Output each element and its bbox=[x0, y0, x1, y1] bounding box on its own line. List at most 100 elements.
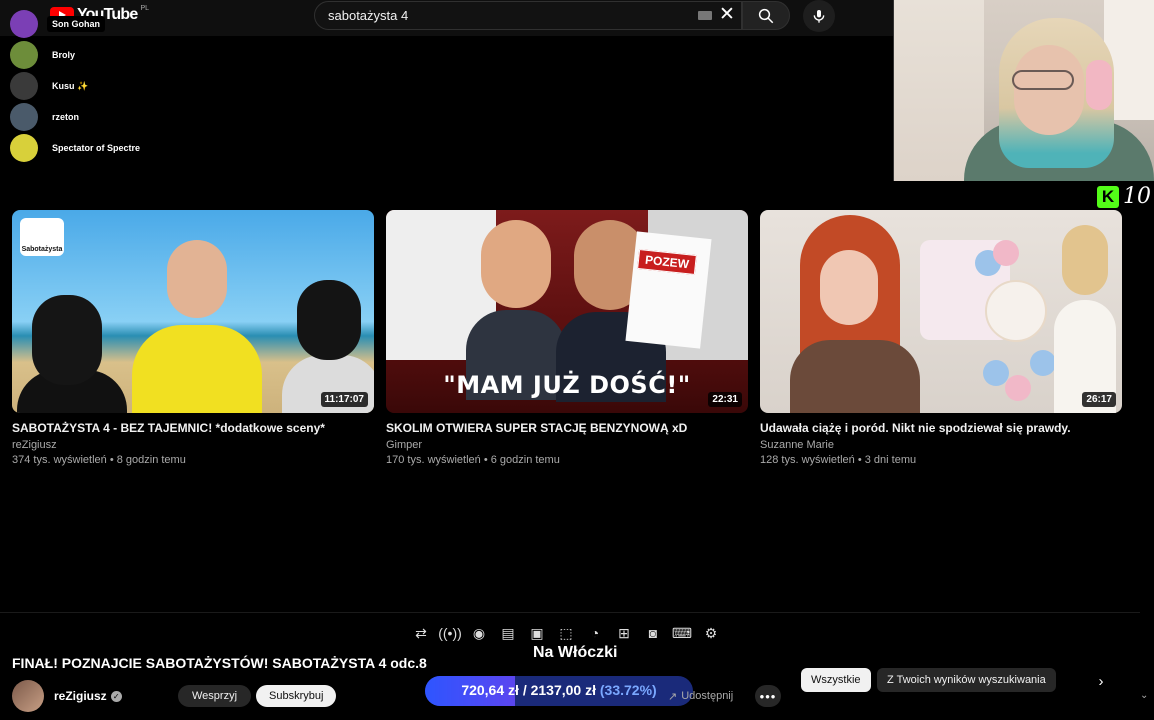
goal-separator: / bbox=[522, 682, 527, 698]
share-button[interactable]: ↗ Udostępnij bbox=[658, 685, 743, 707]
thumbnail-person bbox=[466, 220, 566, 400]
microphone-icon bbox=[813, 10, 825, 23]
chat-username: rzeton bbox=[47, 109, 84, 125]
search-icon bbox=[758, 8, 774, 23]
search-query: sabotażysta 4 bbox=[328, 8, 409, 23]
speed-icon[interactable]: ◔ bbox=[584, 622, 606, 644]
channel-name[interactable]: reZigiusz bbox=[54, 689, 107, 703]
streamer-glasses bbox=[1012, 70, 1074, 90]
video-thumbnail[interactable]: POZEW "MAM JUŻ DOŚĆ!" 22:31 bbox=[386, 210, 748, 413]
video-card[interactable]: POZEW "MAM JUŻ DOŚĆ!" 22:31 SKOLIM OTWIE… bbox=[386, 210, 748, 466]
channel-info[interactable]: reZigiusz ✓ bbox=[12, 680, 122, 712]
thumbnail-person bbox=[132, 230, 262, 413]
thumbnail-person bbox=[790, 210, 920, 413]
kick-viewer-badge: K 10 bbox=[1097, 184, 1151, 209]
youtube-top-bar: YouTube PL sabotażysta 4 ✕ bbox=[0, 0, 893, 36]
video-duration: 11:17:07 bbox=[320, 392, 368, 407]
pip-icon[interactable]: ▣ bbox=[526, 622, 548, 644]
video-views: 128 tys. wyświetleń bbox=[760, 454, 855, 466]
now-playing-title: FINAŁ! POZNAJCIE SABOTAŻYSTÓW! SABOTAŻYS… bbox=[12, 655, 427, 671]
viewer-count: 10 bbox=[1123, 184, 1151, 209]
keyboard-icon[interactable]: ⌨ bbox=[671, 622, 693, 644]
video-age: 6 godzin temu bbox=[490, 454, 560, 466]
avatar bbox=[10, 103, 38, 131]
settings-icon[interactable]: ⚙ bbox=[700, 622, 722, 644]
video-channel[interactable]: Gimper bbox=[386, 439, 748, 451]
thumbnail-headline: "MAM JUŻ DOŚĆ!" bbox=[443, 371, 691, 399]
chat-username: Spectator of Spectre bbox=[47, 140, 146, 156]
search-button[interactable] bbox=[742, 1, 790, 30]
chevron-right-icon[interactable]: › bbox=[1090, 670, 1112, 692]
chip-all[interactable]: Wszystkie bbox=[801, 668, 871, 692]
avatar bbox=[10, 10, 38, 38]
chevron-down-icon[interactable]: ⌄ bbox=[1140, 690, 1148, 701]
clapperboard-icon[interactable]: ▤ bbox=[497, 622, 519, 644]
clear-search-icon[interactable]: ✕ bbox=[719, 5, 735, 25]
thumbnail-brand-logo: Sabotażysta bbox=[20, 218, 64, 256]
share-label: Udostępnij bbox=[681, 690, 734, 702]
video-thumbnail[interactable]: 26:17 bbox=[760, 210, 1122, 413]
video-views: 374 tys. wyświetleń bbox=[12, 454, 107, 466]
chat-user: Spectator of Spectre bbox=[10, 134, 146, 162]
thumbnail-person bbox=[1050, 225, 1120, 413]
video-channel[interactable]: Suzanne Marie bbox=[760, 439, 1122, 451]
youtube-region-code: PL bbox=[140, 4, 150, 12]
thumbnail-sign bbox=[985, 280, 1047, 342]
search-input[interactable]: sabotażysta 4 ✕ bbox=[314, 1, 742, 30]
video-meta: 374 tys. wyświetleń • 8 godzin temu bbox=[12, 454, 186, 466]
streamer-face bbox=[1014, 45, 1084, 135]
chat-username: Son Gohan bbox=[47, 16, 105, 32]
goal-current: 720,64 zł bbox=[461, 682, 519, 698]
stream-overlay-label: Na Włóczki bbox=[533, 644, 618, 661]
player-controls: ⇄ ((•)) ◉ ▤ ▣ ⬚ ◔ ⊞ ◙ ⌨ ⚙ bbox=[410, 621, 722, 645]
eye-icon[interactable]: ◉ bbox=[468, 622, 490, 644]
streamer-webcam bbox=[893, 0, 1154, 181]
screenshot-icon[interactable]: ◙ bbox=[642, 622, 664, 644]
avatar bbox=[10, 72, 38, 100]
donation-goal-text: 720,64 zł / 2137,00 zł (33.72%) bbox=[425, 682, 693, 698]
loop-icon[interactable]: ⇄ bbox=[410, 622, 432, 644]
video-duration: 26:17 bbox=[1082, 392, 1116, 407]
add-icon[interactable]: ⊞ bbox=[613, 622, 635, 644]
chat-username: Broly bbox=[47, 47, 81, 63]
video-title[interactable]: SABOTAŻYSTA 4 - BEZ TAJEMNIC! *dodatkowe… bbox=[12, 421, 374, 435]
avatar bbox=[10, 134, 38, 162]
video-age: 8 godzin temu bbox=[116, 454, 186, 466]
chat-user: Kusu ✨ bbox=[10, 72, 94, 100]
more-actions-button[interactable]: ••• bbox=[755, 685, 781, 707]
subscribe-button[interactable]: Subskrybuj bbox=[256, 685, 337, 707]
share-icon: ↗ bbox=[668, 690, 678, 703]
video-duration: 22:31 bbox=[708, 392, 742, 407]
avatar[interactable] bbox=[12, 680, 44, 712]
chip-from-search[interactable]: Z Twoich wyników wyszukiwania bbox=[877, 668, 1056, 692]
miniplayer-icon[interactable]: ⬚ bbox=[555, 622, 577, 644]
chat-user: Son Gohan bbox=[10, 10, 105, 38]
thumbnail-mask bbox=[32, 295, 102, 385]
verified-icon: ✓ bbox=[110, 690, 122, 702]
video-age: 3 dni temu bbox=[864, 454, 917, 466]
support-button[interactable]: Wesprzyj bbox=[178, 685, 252, 707]
video-thumbnail[interactable]: Sabotażysta 11:17:07 bbox=[12, 210, 374, 413]
video-views: 170 tys. wyświetleń bbox=[386, 454, 481, 466]
video-meta: 128 tys. wyświetleń • 3 dni temu bbox=[760, 454, 917, 466]
thumbnail-mask bbox=[297, 280, 361, 360]
video-channel[interactable]: reZigiusz bbox=[12, 439, 374, 451]
video-title[interactable]: Udawała ciążę i poród. Nikt nie spodziew… bbox=[760, 421, 1122, 435]
voice-search-button[interactable] bbox=[803, 0, 835, 32]
chat-user: Broly bbox=[10, 41, 81, 69]
kick-logo-icon: K bbox=[1097, 185, 1119, 208]
avatar bbox=[10, 41, 38, 69]
donation-goal-bar: 720,64 zł / 2137,00 zł (33.72%) bbox=[425, 676, 693, 706]
headset bbox=[1086, 60, 1112, 110]
video-meta: 170 tys. wyświetleń • 6 godzin temu bbox=[386, 454, 560, 466]
goal-target: 2137,00 zł bbox=[530, 682, 596, 698]
video-card[interactable]: Sabotażysta 11:17:07 SABOTAŻYSTA 4 - BEZ… bbox=[12, 210, 374, 466]
chat-user: rzeton bbox=[10, 103, 84, 131]
broadcast-icon[interactable]: ((•)) bbox=[438, 622, 462, 644]
video-title[interactable]: SKOLIM OTWIERA SUPER STACJĘ BENZYNOWĄ xD bbox=[386, 421, 748, 435]
chat-username: Kusu ✨ bbox=[47, 77, 94, 95]
divider bbox=[0, 612, 1140, 613]
keyboard-icon[interactable] bbox=[698, 11, 712, 20]
goal-percent: (33.72%) bbox=[599, 682, 657, 698]
video-card[interactable]: 26:17 Udawała ciążę i poród. Nikt nie sp… bbox=[760, 210, 1122, 466]
